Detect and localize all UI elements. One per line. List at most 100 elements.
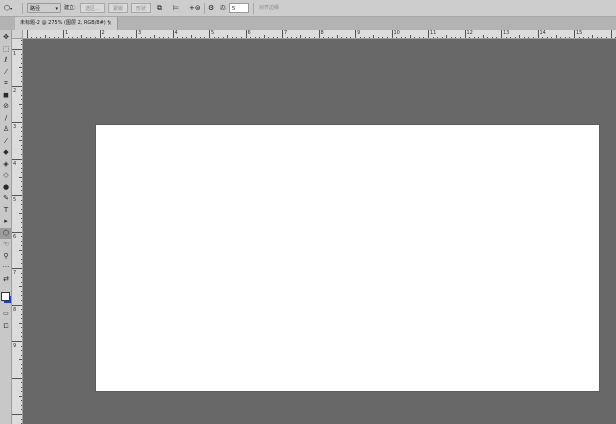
mask-button[interactable]: 蒙版 bbox=[108, 3, 128, 13]
ruler-label: 6 bbox=[247, 30, 251, 36]
crop-tool-icon[interactable]: ⌗ bbox=[0, 78, 12, 89]
ruler-label: 2 bbox=[13, 87, 17, 94]
ruler-tick bbox=[12, 231, 22, 233]
ruler-tick bbox=[209, 30, 210, 38]
gear-icon[interactable]: ⚙ bbox=[208, 3, 216, 13]
healing-tool-icon[interactable]: ⊘ bbox=[0, 101, 12, 112]
brush-tool-icon[interactable]: ∕ bbox=[0, 113, 12, 124]
history-brush-tool-icon[interactable]: ⁄ bbox=[0, 136, 12, 147]
document-tab-bar: 未标题-2 @ 275% (图层 2, RGB/8#) * × bbox=[0, 17, 616, 30]
options-bar: ⬡▾ 路径 ▾ 建立: 选区... 蒙版 形状 ⧉ ⊨ +⊜ ⚙ 边: 5 对齐… bbox=[0, 0, 616, 17]
ruler-tick bbox=[574, 30, 575, 38]
ruler-label: 8 bbox=[320, 30, 324, 36]
move-tool-icon[interactable]: ✥ bbox=[0, 32, 12, 43]
lasso-tool-icon[interactable]: ℓ bbox=[0, 55, 12, 66]
ruler-tick bbox=[172, 30, 174, 38]
ruler-tick bbox=[12, 195, 22, 196]
path-mode-value: 路径 bbox=[30, 6, 41, 12]
swap-tool-icon[interactable]: ⇄ bbox=[0, 274, 12, 285]
align-edges-checkbox[interactable]: 对齐边缘 bbox=[259, 3, 279, 13]
ruler-label: 11 bbox=[430, 30, 437, 36]
screen-mode-icon[interactable]: ⧠ bbox=[0, 321, 12, 332]
ruler-tick bbox=[12, 122, 22, 123]
ruler-tick bbox=[26, 30, 28, 38]
ruler-origin[interactable] bbox=[12, 30, 23, 39]
chevron-down-icon: ▾ bbox=[55, 6, 58, 12]
eyedropper-tool-icon[interactable]: ◼ bbox=[0, 90, 12, 101]
ruler-label: 5 bbox=[13, 197, 17, 203]
ruler-label: 15 bbox=[576, 30, 583, 36]
ruler-tick bbox=[428, 30, 429, 38]
ruler-tick bbox=[501, 30, 502, 38]
document-tab[interactable]: 未标题-2 @ 275% (图层 2, RGB/8#) * × bbox=[15, 17, 118, 30]
options-separator bbox=[22, 3, 23, 14]
dodge-tool-icon[interactable]: ● bbox=[0, 182, 12, 193]
ruler-tick bbox=[12, 341, 22, 342]
ruler-tick bbox=[537, 30, 539, 38]
ruler-tick bbox=[12, 158, 22, 160]
ruler-label: 4 bbox=[13, 160, 17, 167]
marquee-tool-icon[interactable]: ⬚ bbox=[0, 44, 12, 55]
ruler-tick bbox=[282, 30, 283, 38]
ruler-label: 2 bbox=[101, 30, 105, 36]
vertical-ruler[interactable]: 1 2 3 4 5 6 7 8 9 bbox=[12, 39, 23, 424]
type-tool-icon[interactable]: T bbox=[0, 205, 12, 216]
options-separator bbox=[253, 3, 254, 14]
stamp-tool-icon[interactable]: ♙ bbox=[0, 124, 12, 135]
ruler-tick bbox=[12, 414, 22, 415]
ruler-tick bbox=[610, 30, 612, 38]
foreground-color-swatch[interactable] bbox=[1, 292, 10, 301]
ruler-tick bbox=[63, 30, 64, 38]
ruler-tick bbox=[355, 30, 356, 38]
quick-select-tool-icon[interactable]: ⁄ bbox=[0, 67, 12, 78]
ruler-tick bbox=[12, 85, 22, 87]
tool-preset-icon[interactable]: ⬡▾ bbox=[4, 3, 18, 13]
ruler-label: 10 bbox=[393, 30, 400, 36]
ruler-label: 9 bbox=[357, 30, 361, 36]
path-mode-select[interactable]: 路径 ▾ bbox=[27, 3, 61, 13]
eraser-tool-icon[interactable]: ◆ bbox=[0, 147, 12, 158]
ruler-tick bbox=[391, 30, 393, 38]
more-tool-icon[interactable]: ··· bbox=[0, 262, 12, 273]
horizontal-ruler[interactable]: 1 2 3 4 5 6 7 8 9 10 11 12 13 14 15 bbox=[23, 30, 616, 39]
ruler-tick bbox=[99, 30, 101, 38]
document-canvas[interactable] bbox=[96, 125, 599, 391]
zoom-tool-icon[interactable]: ⚲ bbox=[0, 251, 12, 262]
ruler-tick bbox=[12, 377, 22, 379]
ruler-label: 13 bbox=[503, 30, 510, 36]
polygon-tool-icon[interactable]: ⬡ bbox=[0, 227, 12, 239]
close-icon[interactable]: × bbox=[107, 17, 112, 30]
path-operations-icon[interactable]: ⧉ bbox=[157, 3, 167, 13]
ruler-label: 8 bbox=[13, 306, 17, 313]
path-alignment-icon[interactable]: ⊨ bbox=[173, 3, 183, 13]
pen-tool-icon[interactable]: ✎ bbox=[0, 193, 12, 204]
path-arrangement-icon[interactable]: +⊜ bbox=[189, 3, 201, 13]
ruler-label: 7 bbox=[13, 270, 17, 276]
ruler-label: 4 bbox=[174, 30, 178, 36]
ruler-tick bbox=[464, 30, 466, 38]
radius-input[interactable]: 5 bbox=[229, 3, 249, 13]
bucket-tool-icon[interactable]: ◈ bbox=[0, 159, 12, 170]
ruler-label: 6 bbox=[13, 233, 17, 240]
path-select-tool-icon[interactable]: ▸ bbox=[0, 216, 12, 227]
ruler-label: 12 bbox=[466, 30, 473, 36]
ruler-label: 1 bbox=[65, 30, 69, 36]
ruler-tick bbox=[136, 30, 137, 38]
shape-button[interactable]: 形状 bbox=[131, 3, 151, 13]
ruler-label: 3 bbox=[138, 30, 142, 36]
ruler-label: 5 bbox=[211, 30, 215, 36]
ruler-label: 3 bbox=[13, 124, 17, 130]
blur-tool-icon[interactable]: ◇ bbox=[0, 170, 12, 181]
hand-tool-icon[interactable]: ☜ bbox=[0, 239, 12, 250]
document-tab-title: 未标题-2 @ 275% (图层 2, RGB/8#) * bbox=[20, 20, 110, 26]
selection-button[interactable]: 选区... bbox=[80, 3, 105, 13]
quick-mask-icon[interactable]: ▭ bbox=[0, 308, 12, 319]
make-label: 建立: bbox=[64, 5, 76, 11]
options-separator bbox=[204, 3, 205, 14]
ruler-tick bbox=[12, 304, 22, 306]
ruler-label: 14 bbox=[539, 30, 546, 36]
ruler-tick bbox=[245, 30, 247, 38]
ruler-label: 1 bbox=[13, 51, 17, 57]
workspace[interactable] bbox=[23, 39, 616, 424]
ruler-label: 9 bbox=[13, 343, 17, 349]
